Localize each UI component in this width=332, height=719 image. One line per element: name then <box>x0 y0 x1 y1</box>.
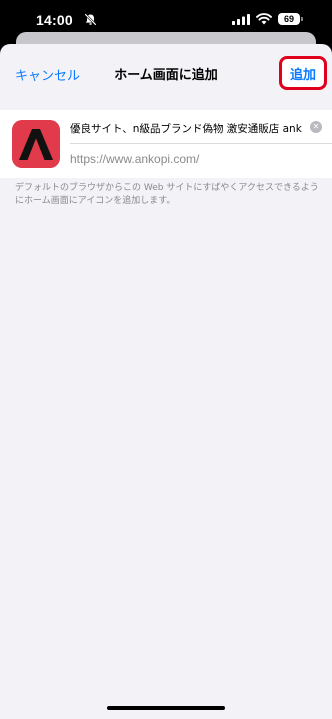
clear-text-icon[interactable]: ✕ <box>310 121 322 133</box>
app-name-input[interactable] <box>70 118 302 138</box>
divider <box>70 143 332 144</box>
signal-icon <box>232 14 250 25</box>
status-time: 14:00 <box>36 12 73 28</box>
wifi-icon <box>256 13 272 25</box>
site-url: https://www.ankopi.com/ <box>70 152 200 166</box>
nav-bar: キャンセル ホーム画面に追加 追加 <box>0 44 332 104</box>
battery-tip <box>301 17 303 21</box>
bookmark-card: ✕ https://www.ankopi.com/ <box>0 110 332 178</box>
add-to-home-sheet: キャンセル ホーム画面に追加 追加 ✕ https://www.ankopi.c… <box>0 44 332 719</box>
home-indicator[interactable] <box>107 706 225 710</box>
site-logo-icon <box>12 120 60 168</box>
description-text: デフォルトのブラウザからこの Web サイトにすばやくアクセスできるようにホーム… <box>15 183 319 206</box>
add-button[interactable]: 追加 <box>279 56 327 90</box>
battery-icon: 69 <box>278 13 300 25</box>
bell-off-icon <box>84 13 97 26</box>
